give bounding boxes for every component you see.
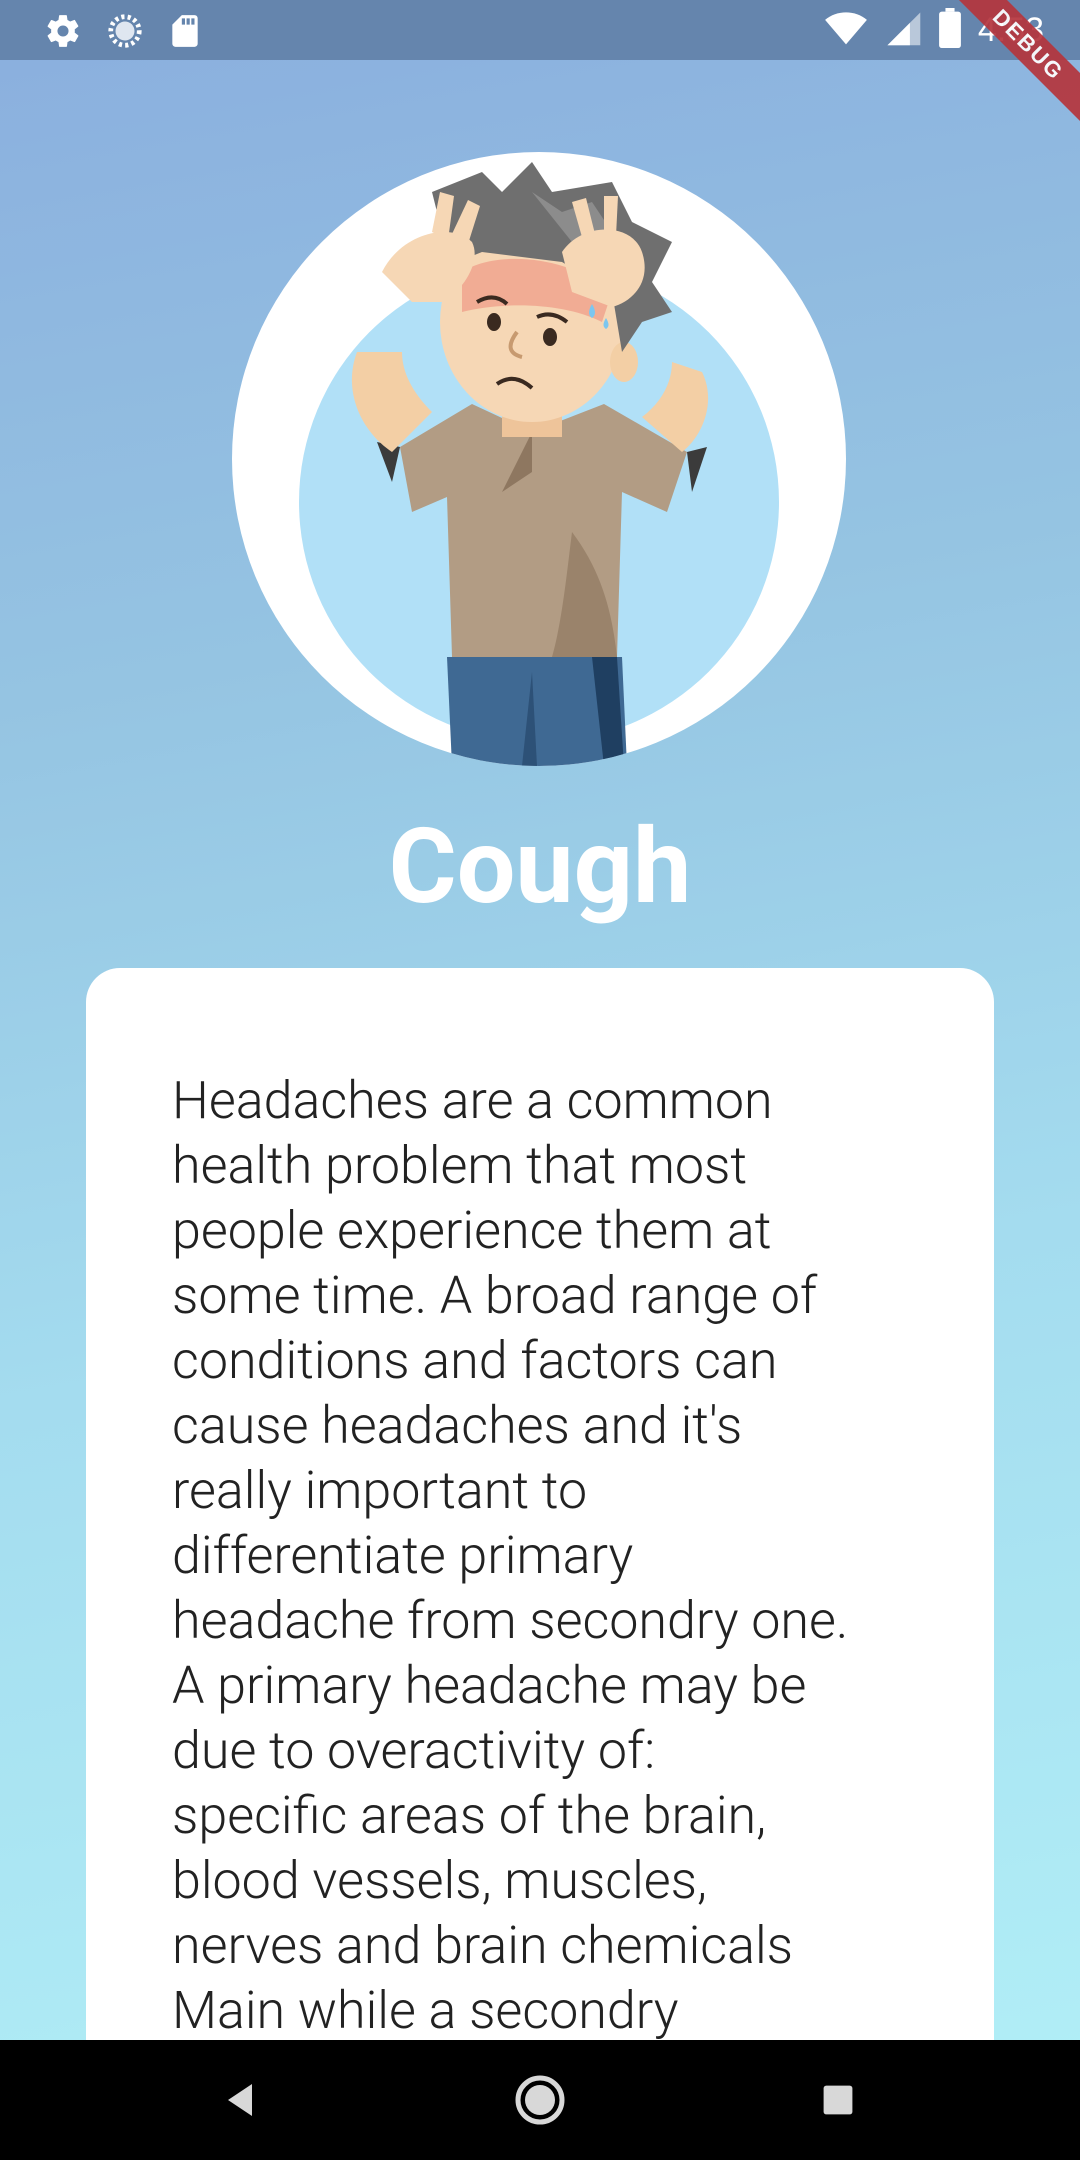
recents-button[interactable] (778, 2040, 898, 2160)
wifi-icon (824, 8, 868, 52)
back-button[interactable] (180, 2040, 300, 2160)
settings-icon (44, 12, 82, 54)
back-icon (228, 2084, 252, 2116)
status-bar-left-icons (44, 12, 202, 54)
signal-icon (884, 8, 922, 52)
status-bar: 4:53 (0, 0, 1080, 60)
home-icon (515, 2075, 565, 2125)
debug-banner: DEBUG (940, 0, 1080, 140)
debug-label: DEBUG (940, 0, 1080, 135)
recents-icon (823, 2085, 853, 2115)
headache-person-illustration (299, 162, 779, 766)
home-button[interactable] (480, 2040, 600, 2160)
navigation-bar (0, 2040, 1080, 2160)
sync-icon (106, 12, 144, 54)
description-text: Headaches are a common health problem th… (172, 1070, 849, 2041)
sd-card-icon (168, 12, 202, 54)
page-title: Cough (388, 807, 692, 928)
headache-illustration (232, 152, 846, 766)
description-card[interactable]: Headaches are a common health problem th… (86, 968, 994, 2088)
